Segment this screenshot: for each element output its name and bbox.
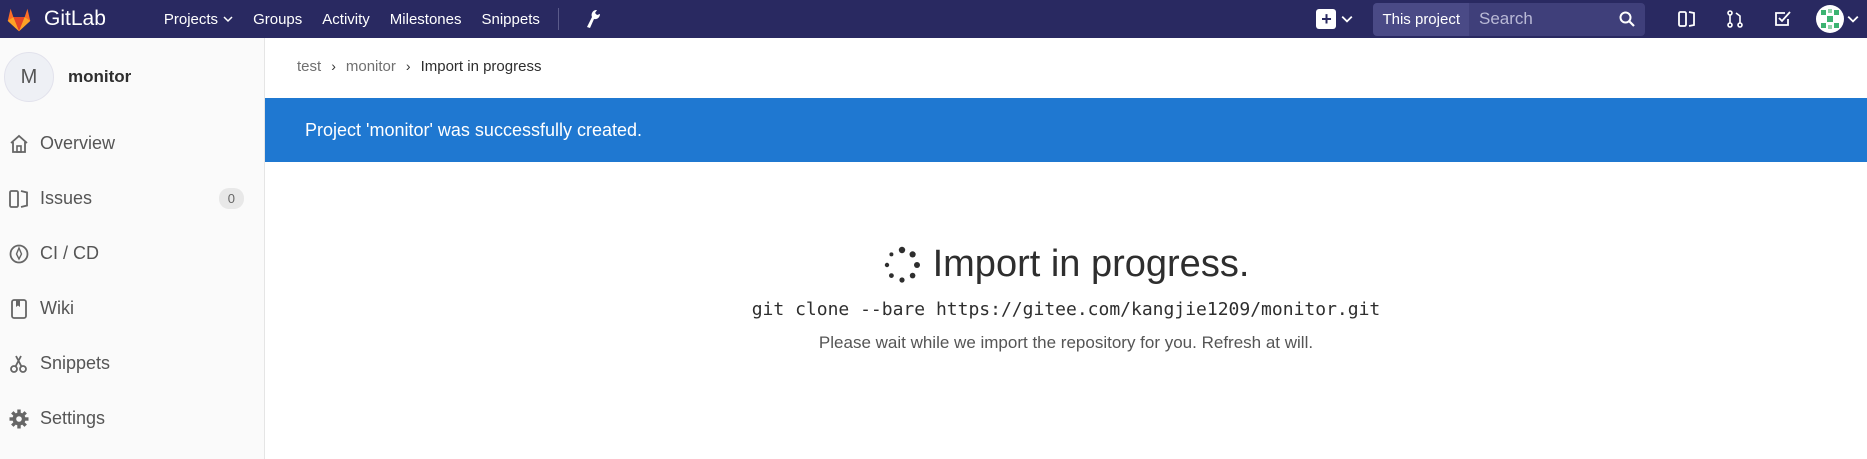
spinner-icon xyxy=(884,246,920,283)
flash-message: Project 'monitor' was successfully creat… xyxy=(305,119,642,140)
nav-activity-label: Activity xyxy=(322,10,370,28)
main-nav: Projects Groups Activity Milestones Snip… xyxy=(154,0,613,38)
breadcrumb-group-link[interactable]: test xyxy=(297,58,321,75)
brand-name: GitLab xyxy=(44,7,106,30)
flash-notice: Project 'monitor' was successfully creat… xyxy=(265,98,1867,162)
todo-check-icon xyxy=(1775,11,1791,26)
import-note: Please wait while we import the reposito… xyxy=(818,333,1314,352)
project-name: monitor xyxy=(68,67,132,86)
book-icon xyxy=(11,298,27,319)
project-sidebar: M monitor Overview Issues 0 CI / CD Wiki xyxy=(0,38,265,459)
chevron-right-icon: › xyxy=(331,58,336,74)
sidebar-item-settings[interactable]: Settings xyxy=(0,391,264,446)
sidebar-item-wiki[interactable]: Wiki xyxy=(0,281,264,336)
chevron-right-icon: › xyxy=(405,58,411,74)
gitlab-logo[interactable]: GitLab xyxy=(4,0,106,38)
main-content: test › monitor › Import in progress Proj… xyxy=(265,38,1867,459)
sidebar-item-label: Settings xyxy=(40,408,106,428)
breadcrumb-project-link[interactable]: monitor xyxy=(346,58,396,75)
nav-divider xyxy=(557,8,559,30)
import-title: Import in progress. xyxy=(932,243,1250,285)
issues-icon xyxy=(9,189,28,208)
search-input[interactable] xyxy=(1469,2,1609,36)
todos-sidebar-toggle[interactable] xyxy=(1663,0,1711,38)
nav-milestones[interactable]: Milestones xyxy=(380,0,472,38)
avatar xyxy=(1815,5,1844,33)
gear-icon xyxy=(9,409,29,428)
todos-button[interactable] xyxy=(1759,0,1807,38)
import-command: git clone --bare https://gitee.com/kangj… xyxy=(751,299,1381,320)
top-navbar: GitLab Projects Groups Activity Mileston… xyxy=(0,0,1867,38)
import-heading: Import in progress. xyxy=(265,243,1867,286)
admin-area-button[interactable] xyxy=(573,0,613,38)
chevron-down-icon xyxy=(223,16,233,23)
import-status: Import in progress. git clone --bare htt… xyxy=(265,243,1867,353)
nav-activity[interactable]: Activity xyxy=(312,0,380,38)
rocket-icon xyxy=(9,244,29,263)
sidebar-project-header[interactable]: M monitor xyxy=(0,38,264,116)
nav-snippets-label: Snippets xyxy=(481,10,540,28)
tanuki-icon xyxy=(7,8,31,32)
nav-groups-label: Groups xyxy=(253,10,303,28)
sidebar-item-snippets[interactable]: Snippets xyxy=(0,336,264,391)
nav-projects-label: Projects xyxy=(163,10,219,28)
sidebar-item-label: Issues xyxy=(40,188,93,208)
nav-milestones-label: Milestones xyxy=(389,10,462,28)
sidebar-item-overview[interactable]: Overview xyxy=(0,116,264,171)
chevron-down-icon xyxy=(1342,15,1353,23)
project-avatar: M xyxy=(4,52,54,102)
sidebar-item-label: Snippets xyxy=(40,353,111,373)
nav-groups[interactable]: Groups xyxy=(243,0,312,38)
nav-projects[interactable]: Projects xyxy=(154,0,243,38)
plus-icon: + xyxy=(1316,9,1337,29)
sidebar-item-label: Wiki xyxy=(40,298,74,318)
new-dropdown-button[interactable]: + xyxy=(1316,0,1353,38)
search-button[interactable] xyxy=(1609,2,1645,36)
sidebar-item-ci-cd[interactable]: CI / CD xyxy=(0,226,264,281)
chevron-down-icon xyxy=(1847,15,1858,23)
identicon-icon xyxy=(1820,9,1839,29)
issues-count-badge: 0 xyxy=(218,188,244,209)
issues-icon xyxy=(1678,11,1695,27)
merge-requests-button[interactable] xyxy=(1711,0,1759,38)
wrench-icon xyxy=(586,10,600,28)
home-icon xyxy=(10,134,28,153)
sidebar-item-label: CI / CD xyxy=(40,243,100,263)
breadcrumb: test › monitor › Import in progress xyxy=(265,38,1867,94)
breadcrumb-current[interactable]: Import in progress xyxy=(421,58,542,75)
nav-snippets[interactable]: Snippets xyxy=(471,0,549,38)
search-icon xyxy=(1619,11,1635,27)
search-box: This project xyxy=(1373,2,1645,36)
sidebar-item-label: Overview xyxy=(40,133,116,153)
right-nav: + This project xyxy=(1316,0,1867,38)
user-menu-button[interactable] xyxy=(1807,0,1867,38)
sidebar-item-issues[interactable]: Issues 0 xyxy=(0,171,264,226)
scissors-icon xyxy=(10,355,27,373)
search-scope-badge[interactable]: This project xyxy=(1373,2,1469,36)
merge-request-icon xyxy=(1727,10,1743,28)
